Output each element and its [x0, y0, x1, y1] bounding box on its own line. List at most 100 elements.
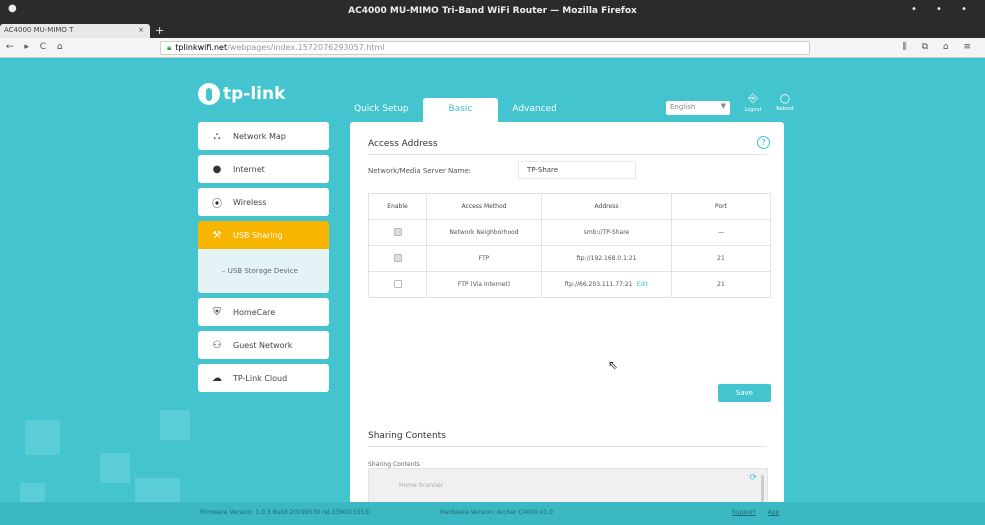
table-row: FTP (Via Internet) ftp://66.203.111.77:2… — [368, 271, 771, 298]
column-header: Port — [671, 193, 771, 220]
nav-buttons[interactable]: ← ▸ C ⌂ — [6, 42, 67, 52]
footer: Firmware Version: 1.0.3 Build 20190530 r… — [0, 502, 985, 525]
method-cell: Network Neighborhood — [426, 219, 542, 246]
sidebar-item-label: Guest Network — [233, 340, 293, 350]
url-host: tplinkwifi.net — [175, 43, 228, 52]
help-icon[interactable]: ? — [757, 136, 770, 149]
support-link[interactable]: Support — [732, 509, 756, 516]
language-value: English — [670, 103, 696, 111]
footer-links: Support App — [732, 509, 789, 516]
sidebar-item-usb-sharing[interactable]: ⚒ USB Sharing — [198, 221, 329, 249]
browser-tab[interactable]: AC4000 MU-MIMO T × — [0, 24, 150, 38]
sidebar-item-homecare[interactable]: ⛨ HomeCare — [198, 298, 329, 326]
window-controls[interactable]: • • • — [911, 4, 975, 15]
tab-label: AC4000 MU-MIMO T — [4, 26, 74, 34]
tab-basic[interactable]: Basic — [422, 98, 499, 122]
enable-checkbox[interactable] — [393, 227, 402, 236]
sidebar-subitem-usb-storage[interactable]: – USB Storage Device — [198, 249, 329, 293]
address-value: ftp://66.203.111.77:21 — [564, 281, 633, 288]
language-select[interactable]: English ▼ — [666, 101, 730, 115]
guest-icon: ⚇ — [212, 339, 222, 351]
browser-navbar: ← ▸ C ⌂ 🔒︎ tplinkwifi.net/webpages/index.… — [0, 38, 985, 58]
access-address-title: Access Address — [368, 139, 438, 149]
tp-link-logo-icon — [198, 83, 220, 105]
sidebar-item-network-map[interactable]: ⛬ Network Map — [198, 122, 329, 150]
hardware-version: Hardware Version: Archer C4000 v1.0 — [440, 509, 553, 516]
divider — [368, 446, 766, 447]
top-nav: Quick Setup Basic Advanced — [340, 98, 571, 122]
enable-cell — [368, 245, 427, 272]
port-cell: 21 — [671, 245, 771, 272]
port-cell: — — [671, 219, 771, 246]
sidebar-item-label: TP-Link Cloud — [233, 373, 288, 383]
usb-icon: ⚒ — [212, 229, 222, 241]
lock-icon: 🔒︎ — [167, 43, 172, 52]
enable-checkbox[interactable] — [393, 279, 402, 288]
firmware-version: Firmware Version: 1.0.3 Build 20190530 r… — [200, 509, 371, 516]
sidebar-item-internet[interactable]: ● Internet — [198, 155, 329, 183]
app-link[interactable]: App — [768, 509, 780, 516]
tab-advanced[interactable]: Advanced — [498, 98, 570, 122]
toolbar-icons[interactable]: ⫼ ⧉ ⌂ ≡ — [903, 42, 977, 52]
folder-item[interactable]: Home Scanner — [399, 482, 443, 489]
media-server-label: Network/Media Server Name: — [368, 167, 472, 175]
logout-icon: ⎆ — [748, 91, 758, 105]
decor-square — [160, 410, 190, 440]
port-cell: 21 — [671, 271, 771, 298]
media-server-input[interactable]: TP-Share — [518, 161, 636, 179]
table-header-row: Enable Access Method Address Port — [368, 193, 771, 220]
column-header: Enable — [368, 193, 427, 220]
column-header: Address — [541, 193, 672, 220]
logout-label: Logout — [744, 107, 762, 113]
logo-text: tp-link — [223, 84, 286, 104]
sidebar-item-wireless[interactable]: ⦿ Wireless — [198, 188, 329, 216]
reboot-button[interactable]: ○ Reboot — [770, 91, 800, 112]
tp-link-logo: tp-link — [198, 83, 285, 105]
tab-close-icon[interactable]: × — [138, 26, 144, 34]
main-panel: Access Address ? Network/Media Server Na… — [350, 122, 784, 525]
enable-checkbox[interactable] — [393, 253, 402, 262]
sharing-contents-label: Sharing Contents — [368, 461, 420, 468]
sidebar-item-label: USB Sharing — [233, 230, 283, 240]
url-path: /webpages/index.1572076293057.html — [227, 43, 385, 52]
window-titlebar: ● AC4000 MU-MIMO Tri-Band WiFi Router — … — [0, 0, 985, 24]
sidebar-item-label: Internet — [233, 164, 265, 174]
mouse-cursor-icon: ⇖ — [608, 358, 619, 372]
sharing-contents-title: Sharing Contents — [368, 431, 446, 441]
sidebar-item-guest-network[interactable]: ⚇ Guest Network — [198, 331, 329, 359]
sidebar: ⛬ Network Map ● Internet ⦿ Wireless ⚒ US… — [198, 122, 329, 397]
decor-square — [100, 453, 130, 483]
sidebar-item-label: Network Map — [233, 131, 286, 141]
network-map-icon: ⛬ — [213, 130, 221, 142]
window-title: AC4000 MU-MIMO Tri-Band WiFi Router — Mo… — [348, 6, 637, 16]
logout-button[interactable]: ⎆ Logout — [738, 91, 768, 113]
access-table: Enable Access Method Address Port Networ… — [368, 193, 771, 298]
sidebar-item-label: HomeCare — [233, 307, 276, 317]
address-cell: ftp://192.168.0.1:21 — [541, 245, 672, 272]
address-cell: ftp://66.203.111.77:21 Edit — [541, 271, 672, 298]
router-page: tp-link Quick Setup Basic Advanced Engli… — [0, 58, 985, 525]
globe-icon: ● — [212, 163, 222, 175]
reboot-label: Reboot — [776, 106, 794, 112]
url-bar[interactable]: 🔒︎ tplinkwifi.net/webpages/index.15720762… — [160, 41, 810, 55]
wireless-icon: ⦿ — [212, 198, 222, 210]
sidebar-item-tp-link-cloud[interactable]: ☁ TP-Link Cloud — [198, 364, 329, 392]
chevron-down-icon: ▼ — [720, 102, 726, 110]
method-cell: FTP — [426, 245, 542, 272]
tab-strip: AC4000 MU-MIMO T × + — [0, 24, 985, 38]
new-tab-button[interactable]: + — [155, 24, 164, 37]
homecare-icon: ⛨ — [213, 306, 221, 318]
enable-cell — [368, 219, 427, 246]
table-row: FTP ftp://192.168.0.1:21 21 — [368, 245, 771, 272]
sidebar-item-label: Wireless — [233, 197, 267, 207]
cloud-icon: ☁ — [212, 372, 222, 384]
method-cell: FTP (Via Internet) — [426, 271, 542, 298]
address-cell: smb://TP-Share — [541, 219, 672, 246]
decor-square — [25, 420, 60, 455]
edit-link[interactable]: Edit — [637, 281, 649, 288]
refresh-icon[interactable]: ⟳ — [749, 473, 757, 483]
reboot-icon: ○ — [779, 91, 791, 105]
tab-quick-setup[interactable]: Quick Setup — [340, 98, 423, 122]
save-button[interactable]: Save — [718, 384, 771, 402]
enable-cell — [368, 271, 427, 298]
